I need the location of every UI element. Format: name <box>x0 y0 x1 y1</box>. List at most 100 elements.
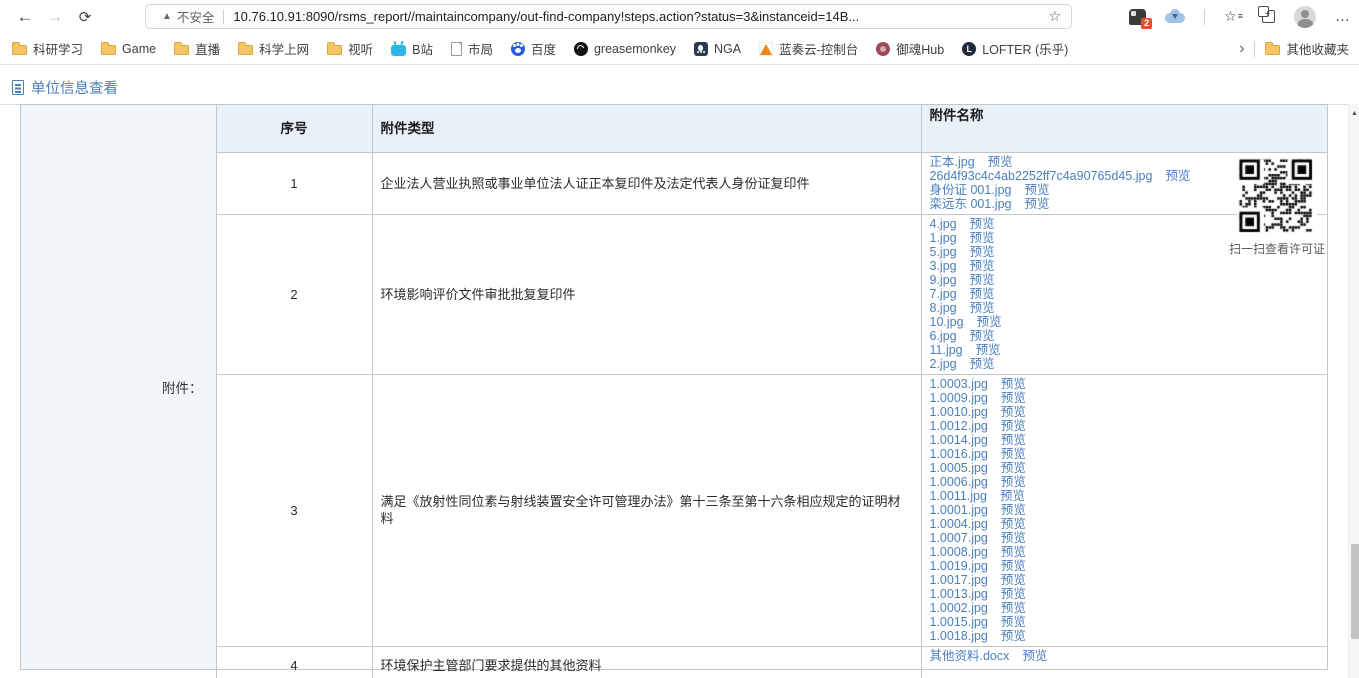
preview-link[interactable]: 预览 <box>1001 517 1026 531</box>
file-link[interactable]: 4.jpg <box>930 217 957 231</box>
file-link[interactable]: 1.0004.jpg <box>930 517 988 531</box>
bookmark-item[interactable]: Game <box>101 42 156 56</box>
file-link[interactable]: 2.jpg <box>930 357 957 371</box>
address-bar[interactable]: ▲ 不安全 10.76.10.91:8090/rsms_report//main… <box>145 4 1072 29</box>
scrollbar-up-arrow[interactable]: ▲ <box>1349 110 1359 117</box>
file-link[interactable]: 11.jpg <box>930 343 963 357</box>
collections-icon[interactable] <box>1258 6 1275 23</box>
preview-link[interactable]: 预览 <box>1001 531 1026 545</box>
bookmark-item[interactable]: 御魂Hub <box>876 39 944 58</box>
preview-link[interactable]: 预览 <box>1024 197 1049 211</box>
bookmark-item[interactable]: greasemonkey <box>573 41 676 56</box>
file-link[interactable]: 7.jpg <box>930 287 957 301</box>
preview-link[interactable]: 预览 <box>1001 475 1026 489</box>
bookmark-item[interactable]: B站 <box>391 39 433 58</box>
extension-icon[interactable]: 2 <box>1129 8 1153 29</box>
file-link[interactable]: 1.jpg <box>930 231 957 245</box>
bookmark-item[interactable]: 科学上网 <box>238 39 309 58</box>
file-link[interactable]: 其他资料.docx <box>930 649 1010 663</box>
preview-link[interactable]: 预览 <box>1001 377 1026 391</box>
bookmark-item[interactable]: L LOFTER (乐乎) <box>962 39 1068 58</box>
file-link[interactable]: 正本.jpg <box>930 155 975 169</box>
preview-link[interactable]: 预览 <box>1001 447 1026 461</box>
file-link[interactable]: 1.0008.jpg <box>930 545 988 559</box>
bookmarks-overflow-chevron[interactable]: › <box>1239 40 1244 58</box>
reload-icon[interactable]: ⟳ <box>70 8 100 26</box>
preview-link[interactable]: 预览 <box>1165 169 1190 183</box>
preview-link[interactable]: 预览 <box>970 301 995 315</box>
preview-link[interactable]: 预览 <box>970 287 995 301</box>
preview-link[interactable]: 预览 <box>1001 545 1026 559</box>
more-menu-icon[interactable]: … <box>1335 8 1351 25</box>
preview-link[interactable]: 预览 <box>1001 615 1026 629</box>
bookmark-item[interactable]: NGA <box>693 41 741 56</box>
forward-icon[interactable]: → <box>40 7 70 27</box>
preview-link[interactable]: 预览 <box>970 217 995 231</box>
preview-link[interactable]: 预览 <box>988 155 1013 169</box>
favorite-star-icon[interactable]: ☆ <box>1048 8 1061 25</box>
not-secure-label[interactable]: 不安全 <box>177 7 215 26</box>
file-link[interactable]: 10.jpg <box>930 315 964 329</box>
preview-link[interactable]: 预览 <box>970 259 995 273</box>
bookmark-item[interactable]: 视听 <box>327 39 373 58</box>
preview-link[interactable]: 预览 <box>1001 573 1026 587</box>
file-link[interactable]: 1.0003.jpg <box>930 377 988 391</box>
file-link[interactable]: 1.0019.jpg <box>930 559 988 573</box>
preview-link[interactable]: 预览 <box>977 315 1002 329</box>
preview-link[interactable]: 预览 <box>970 357 995 371</box>
file-link[interactable]: 1.0017.jpg <box>930 573 988 587</box>
preview-link[interactable]: 预览 <box>1001 587 1026 601</box>
file-link[interactable]: 1.0002.jpg <box>930 601 988 615</box>
bookmark-item[interactable]: 蓝奏云-控制台 <box>759 39 858 58</box>
file-link[interactable]: 1.0007.jpg <box>930 531 988 545</box>
preview-link[interactable]: 预览 <box>1001 629 1026 643</box>
file-link[interactable]: 1.0016.jpg <box>930 447 988 461</box>
preview-link[interactable]: 预览 <box>1001 391 1026 405</box>
file-link[interactable]: 1.0015.jpg <box>930 615 988 629</box>
bookmark-item[interactable]: 市局 <box>450 39 493 58</box>
file-link[interactable]: 9.jpg <box>930 273 957 287</box>
favorites-bar-icon[interactable]: ☆ ≡ <box>1224 8 1243 25</box>
file-link[interactable]: 1.0006.jpg <box>930 475 988 489</box>
bookmark-item[interactable]: 百度 <box>510 39 556 58</box>
preview-link[interactable]: 预览 <box>970 245 995 259</box>
bookmark-item[interactable]: 直播 <box>174 39 220 58</box>
url-text[interactable]: 10.76.10.91:8090/rsms_report//maintainco… <box>233 9 1048 24</box>
file-link[interactable]: 1.0010.jpg <box>930 405 988 419</box>
preview-link[interactable]: 预览 <box>970 329 995 343</box>
preview-link[interactable]: 预览 <box>1022 649 1047 663</box>
page-title-tab[interactable]: 单位信息查看 <box>12 77 118 98</box>
preview-link[interactable]: 预览 <box>1001 503 1026 517</box>
file-link[interactable]: 6.jpg <box>930 329 957 343</box>
profile-avatar[interactable] <box>1294 5 1316 28</box>
preview-link[interactable]: 预览 <box>1001 433 1026 447</box>
file-link[interactable]: 栾远东 001.jpg <box>930 197 1012 211</box>
file-link[interactable]: 3.jpg <box>930 259 957 273</box>
preview-link[interactable]: 预览 <box>1001 461 1026 475</box>
scrollbar-thumb[interactable] <box>1350 544 1359 639</box>
preview-link[interactable]: 预览 <box>970 231 995 245</box>
file-link[interactable]: 1.0009.jpg <box>930 391 988 405</box>
preview-link[interactable]: 预览 <box>1001 601 1026 615</box>
file-link[interactable]: 1.0001.jpg <box>930 503 988 517</box>
file-link[interactable]: 1.0012.jpg <box>930 419 988 433</box>
preview-link[interactable]: 预览 <box>970 273 995 287</box>
file-link[interactable]: 1.0018.jpg <box>930 629 988 643</box>
preview-link[interactable]: 预览 <box>976 343 1001 357</box>
file-link[interactable]: 1.0011.jpg <box>930 489 987 503</box>
back-icon[interactable]: ← <box>10 7 40 27</box>
file-link[interactable]: 身份证 001.jpg <box>930 183 1012 197</box>
file-link[interactable]: 1.0014.jpg <box>930 433 988 447</box>
file-link[interactable]: 5.jpg <box>930 245 957 259</box>
page-scrollbar[interactable]: ▲ <box>1348 104 1359 678</box>
file-link[interactable]: 26d4f93c4c4ab2252ff7c4a90765d45.jpg <box>930 169 1153 183</box>
preview-link[interactable]: 预览 <box>1000 489 1025 503</box>
download-cloud-icon[interactable] <box>1165 8 1186 24</box>
other-bookmarks-folder[interactable]: 其他收藏夹 <box>1265 39 1349 58</box>
preview-link[interactable]: 预览 <box>1001 559 1026 573</box>
file-link[interactable]: 1.0013.jpg <box>930 587 988 601</box>
file-link[interactable]: 1.0005.jpg <box>930 461 988 475</box>
preview-link[interactable]: 预览 <box>1001 405 1026 419</box>
preview-link[interactable]: 预览 <box>1001 419 1026 433</box>
preview-link[interactable]: 预览 <box>1024 183 1049 197</box>
